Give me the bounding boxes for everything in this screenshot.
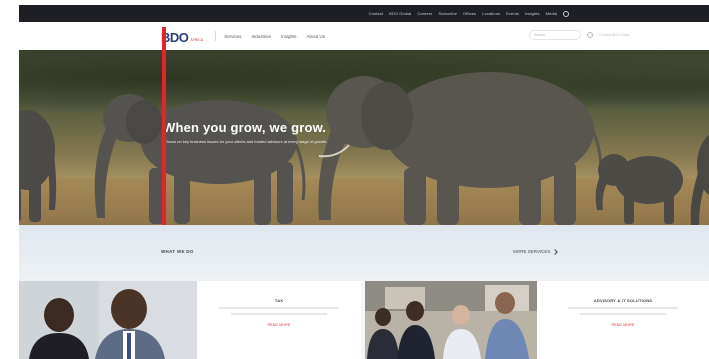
elephant-baby (595, 154, 683, 224)
elephant-herd-photo (19, 72, 709, 225)
utility-link-events[interactable]: Events (506, 11, 519, 16)
nav-divider (215, 31, 217, 41)
nav-item-industries[interactable]: Industries (252, 34, 272, 39)
nav-item-about[interactable]: About Us (307, 34, 326, 39)
logo[interactable]: BDO AFRICA (161, 28, 203, 44)
utility-link-locations[interactable]: Locations (482, 11, 500, 16)
section-title: WHAT WE DO (161, 249, 194, 254)
card-text-line (580, 313, 666, 315)
utility-bar: Contact BDO Global Careers Subscribe Off… (19, 5, 709, 22)
utility-link-subscribe[interactable]: Subscribe (438, 11, 457, 16)
card-photo-people (19, 281, 197, 359)
card-title: ADVISORY & IT SOLUTIONS (593, 298, 653, 303)
hero-subtext: A focus on key business issues for your … (163, 139, 328, 144)
nav-item-insights[interactable]: Insights (281, 34, 297, 39)
card-photo-meeting (365, 281, 537, 359)
meeting-photo (365, 281, 537, 359)
service-card-advisory[interactable]: ADVISORY & IT SOLUTIONS READ MORE (365, 281, 709, 359)
browser-page: Contact BDO Global Careers Subscribe Off… (19, 5, 709, 359)
search-icon[interactable] (587, 32, 593, 38)
chevron-right-icon (552, 248, 559, 255)
brand-accent-stripe (162, 27, 166, 225)
nav-right: Search Contact BDO Africa (529, 30, 693, 40)
utility-link-offices[interactable]: Offices (463, 11, 476, 16)
read-more-link[interactable]: READ MORE (612, 323, 635, 327)
elephant-second (94, 94, 306, 225)
utility-link-contact[interactable]: Contact (369, 11, 384, 16)
elephant-left (19, 110, 57, 222)
card-text-line (231, 313, 327, 315)
utility-link-careers[interactable]: Careers (417, 11, 432, 16)
hero-banner: When you grow, we grow. A focus on key b… (19, 50, 709, 225)
card-body-tax: TAX READ MORE (197, 281, 361, 359)
search-input[interactable]: Search (529, 30, 581, 40)
contact-cta[interactable]: Contact BDO Africa (599, 33, 693, 37)
utility-link-insights[interactable]: Insights (525, 11, 540, 16)
utility-link-media[interactable]: Media (546, 11, 557, 16)
more-services-link[interactable]: MORE SERVICES (513, 248, 559, 255)
section-what-we-do: WHAT WE DO MORE SERVICES (19, 225, 709, 281)
card-text-line (568, 307, 678, 309)
card-body-advisory: ADVISORY & IT SOLUTIONS READ MORE (537, 281, 709, 359)
logo-subtitle: AFRICA (190, 38, 204, 42)
card-text-line (219, 307, 339, 309)
globe-icon[interactable] (563, 10, 569, 17)
nav-item-services[interactable]: Services (224, 34, 241, 39)
elephant-large (318, 72, 603, 225)
read-more-link[interactable]: READ MORE (268, 323, 291, 327)
hero-headline: When you grow, we grow. (163, 120, 327, 135)
elephant-right (690, 134, 709, 225)
people-photo (19, 281, 197, 359)
card-title: TAX (274, 298, 284, 303)
more-services-label: MORE SERVICES (513, 249, 551, 254)
utility-link-bdo-global[interactable]: BDO Global (389, 11, 411, 16)
main-nav: BDO AFRICA Services Industries Insights … (19, 22, 709, 50)
service-card-tax[interactable]: TAX READ MORE (19, 281, 361, 359)
